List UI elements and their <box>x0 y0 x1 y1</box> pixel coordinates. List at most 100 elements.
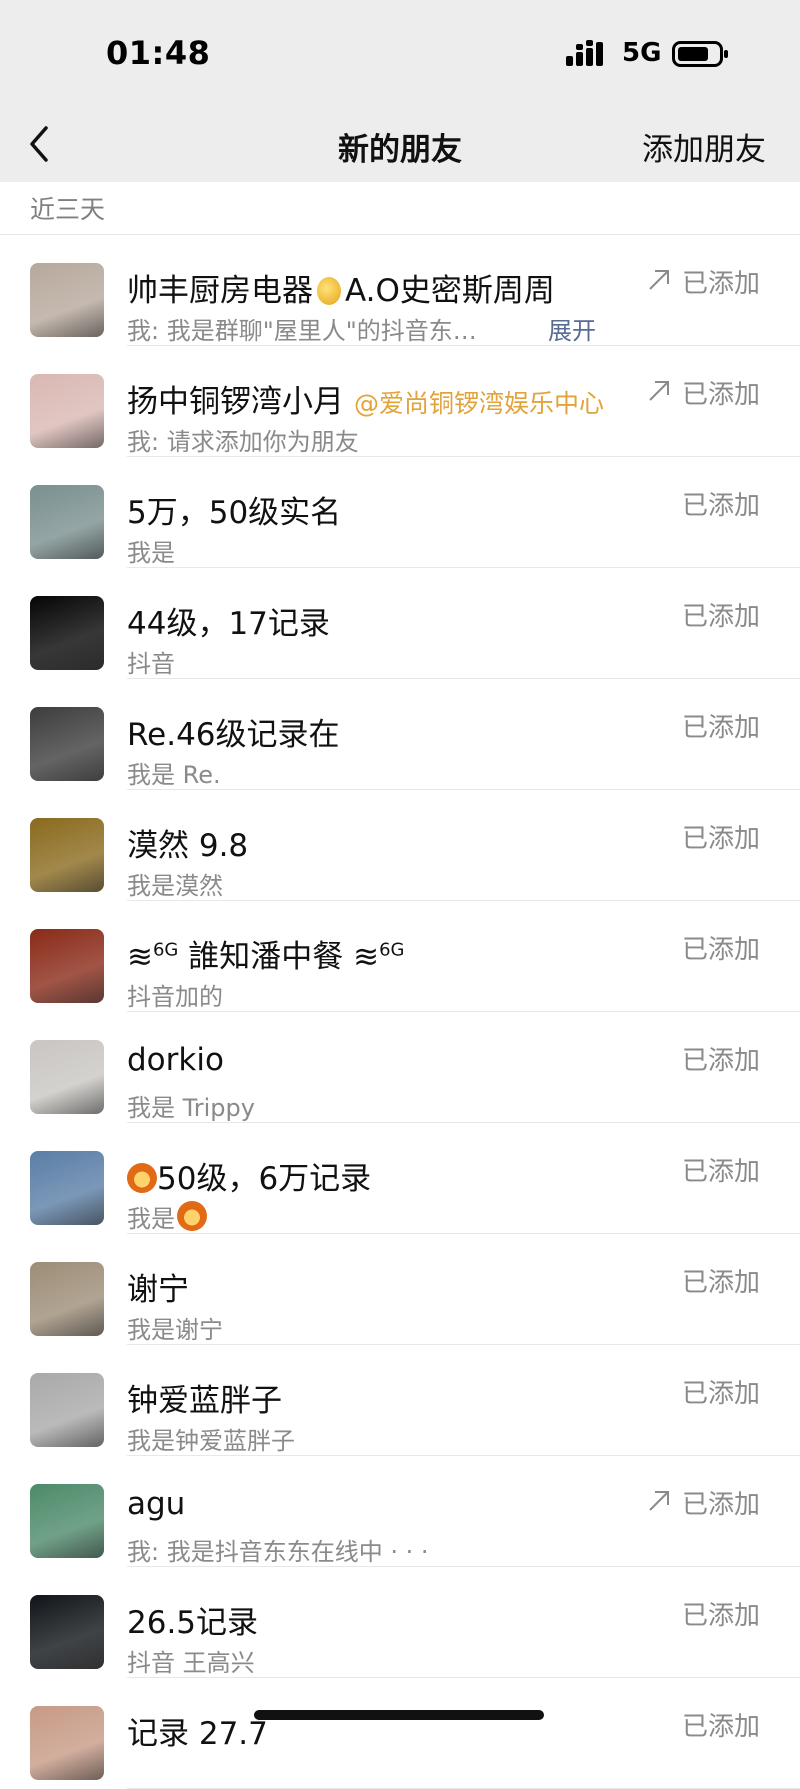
friend-name: dorkio <box>127 1042 224 1078</box>
avatar[interactable] <box>30 485 104 559</box>
signal-emoji-icon: ≋6G <box>343 939 405 975</box>
avatar[interactable] <box>30 1262 104 1336</box>
avatar[interactable] <box>30 818 104 892</box>
avatar[interactable] <box>30 1373 104 1447</box>
avatar[interactable] <box>30 1484 104 1558</box>
friend-message: 我是 <box>127 533 175 568</box>
avatar[interactable] <box>30 1151 104 1225</box>
avatar[interactable] <box>30 1706 104 1780</box>
friend-row[interactable]: 扬中铜锣湾小月 @爱尚铜锣湾娱乐中心 我: 请求添加你为朋友 已添加 <box>0 346 800 457</box>
added-status: 已添加 <box>681 491 760 521</box>
friend-name-text: 漠然 9.8 <box>127 828 249 864</box>
avatar[interactable] <box>30 1595 104 1669</box>
signal-emoji-icon: ≋6G <box>127 939 179 975</box>
friend-name-text: 5万，50级实名 <box>127 495 342 531</box>
added-status: 已添加 <box>681 1046 760 1076</box>
friend-message-text: 我是漠然 <box>127 872 223 900</box>
friend-name: 扬中铜锣湾小月 @爱尚铜锣湾娱乐中心 <box>127 376 604 421</box>
nav-bar: 新的朋友 添加朋友 <box>0 108 800 182</box>
friend-message: 我: 我是抖音东东在线中 · · · <box>127 1532 429 1567</box>
avatar[interactable] <box>30 374 104 448</box>
medal-emoji-icon <box>317 277 341 305</box>
friend-message-text: 我是 <box>127 1205 175 1233</box>
added-status: 已添加 <box>681 1601 760 1631</box>
friend-message: 我是漠然 <box>127 866 223 901</box>
friend-row[interactable]: 50级，6万记录我是 已添加 <box>0 1123 800 1234</box>
network-label: 5G <box>622 38 662 68</box>
signal-icon <box>566 40 603 66</box>
friend-name: 钟爱蓝胖子 <box>127 1375 282 1420</box>
battery-icon <box>672 41 728 67</box>
friend-message-text: 我是 Trippy <box>127 1094 255 1122</box>
avatar[interactable] <box>30 929 104 1003</box>
added-status: 已添加 <box>681 935 760 965</box>
friend-row[interactable]: 帅丰厨房电器 A.O史密斯周周我: 我是群聊"屋里人"的抖音东… 展开 已添加 <box>0 235 800 346</box>
avatar[interactable] <box>30 1040 104 1114</box>
friend-row[interactable]: 44级，17记录抖音 已添加 <box>0 568 800 679</box>
friend-message-text: 抖音加的 <box>127 983 223 1011</box>
avatar[interactable] <box>30 263 104 337</box>
section-label: 近三天 <box>30 195 106 224</box>
friend-message: 我是 <box>127 1199 207 1234</box>
friend-name-text: agu <box>127 1486 186 1522</box>
friend-name: 帅丰厨房电器 A.O史密斯周周 <box>127 265 555 310</box>
signal-label: 6G <box>379 939 405 961</box>
friend-message: 我: 请求添加你为朋友 <box>127 422 359 457</box>
friend-name-text: 记录 27.7 <box>127 1716 268 1752</box>
friend-name-text: 44级，17记录 <box>127 606 330 642</box>
friend-message: 抖音加的 <box>127 977 223 1012</box>
friend-row[interactable]: 钟爱蓝胖子我是钟爱蓝胖子 已添加 <box>0 1345 800 1456</box>
added-status: 已添加 <box>681 602 760 632</box>
friend-row[interactable]: 谢宁 我是谢宁 已添加 <box>0 1234 800 1345</box>
friend-row[interactable]: dorkio 我是 Trippy 已添加 <box>0 1012 800 1123</box>
friend-message-text: 我: 我是群聊"屋里人"的抖音东… <box>127 317 477 345</box>
friend-name: 记录 27.7 <box>127 1708 268 1753</box>
friend-row[interactable]: 漠然 9.8 我是漠然 已添加 <box>0 790 800 901</box>
friend-name: Re.46级记录在 <box>127 709 340 754</box>
added-status: 已添加 <box>681 824 760 854</box>
friend-message: 我: 我是群聊"屋里人"的抖音东… <box>127 311 477 346</box>
friend-message: 抖音 <box>127 644 175 679</box>
added-status: 已添加 <box>681 1379 760 1409</box>
friend-name-text: 谢宁 <box>127 1272 189 1308</box>
friend-message-text: 我是 <box>127 539 175 567</box>
friend-name-suffix: A.O史密斯周周 <box>345 273 555 309</box>
friend-row[interactable]: 5万，50级实名我是 已添加 <box>0 457 800 568</box>
avatar[interactable] <box>30 596 104 670</box>
status-time: 01:48 <box>106 34 211 72</box>
arrow-up-right-icon <box>649 381 669 401</box>
friend-name-text: 帅丰厨房电器 <box>127 273 313 309</box>
avatar[interactable] <box>30 707 104 781</box>
friend-message-text: 抖音 王高兴 <box>127 1649 255 1677</box>
added-status: 已添加 <box>681 1157 760 1187</box>
friend-name: 漠然 9.8 <box>127 820 248 865</box>
company-tag: @爱尚铜锣湾娱乐中心 <box>354 389 605 418</box>
friend-name: 50级，6万记录 <box>127 1153 371 1198</box>
friend-message: 我是谢宁 <box>127 1310 223 1345</box>
friend-name-text: dorkio <box>127 1042 224 1078</box>
friend-row[interactable]: Re.46级记录在 我是 Re. 已添加 <box>0 679 800 790</box>
home-indicator[interactable] <box>254 1710 544 1720</box>
friend-message: 我是 Re. <box>127 755 221 790</box>
added-status: 已添加 <box>681 713 760 743</box>
added-status: 已添加 <box>681 1490 760 1520</box>
expand-link[interactable]: 展开 <box>548 311 596 346</box>
friend-message-text: 我是钟爱蓝胖子 <box>127 1427 295 1455</box>
friend-name-text: 誰知潘中餐 <box>188 939 344 975</box>
friend-row[interactable]: ≋6G 誰知潘中餐 ≋6G 抖音加的 已添加 <box>0 901 800 1012</box>
friend-row[interactable]: 26.5记录抖音 王高兴 已添加 <box>0 1567 800 1678</box>
top-area: 01:48 5G 新的朋友 添加朋友 <box>0 0 800 182</box>
friend-name: 26.5记录 <box>127 1597 258 1642</box>
signal-label: 6G <box>152 939 179 961</box>
friend-name: 5万，50级实名 <box>127 487 341 532</box>
add-friend-button[interactable]: 添加朋友 <box>642 124 766 169</box>
lion-emoji-icon <box>177 1201 207 1231</box>
friend-row[interactable]: agu 我: 我是抖音东东在线中 · · · 已添加 <box>0 1456 800 1567</box>
friend-name: agu <box>127 1486 185 1522</box>
added-status: 已添加 <box>681 269 760 299</box>
friend-message: 我是 Trippy <box>127 1088 255 1123</box>
friend-message-text: 我是谢宁 <box>127 1316 223 1344</box>
arrow-up-right-icon <box>649 1491 669 1511</box>
friend-name-text: 扬中铜锣湾小月 <box>127 384 344 420</box>
friend-message-text: 抖音 <box>127 650 175 678</box>
